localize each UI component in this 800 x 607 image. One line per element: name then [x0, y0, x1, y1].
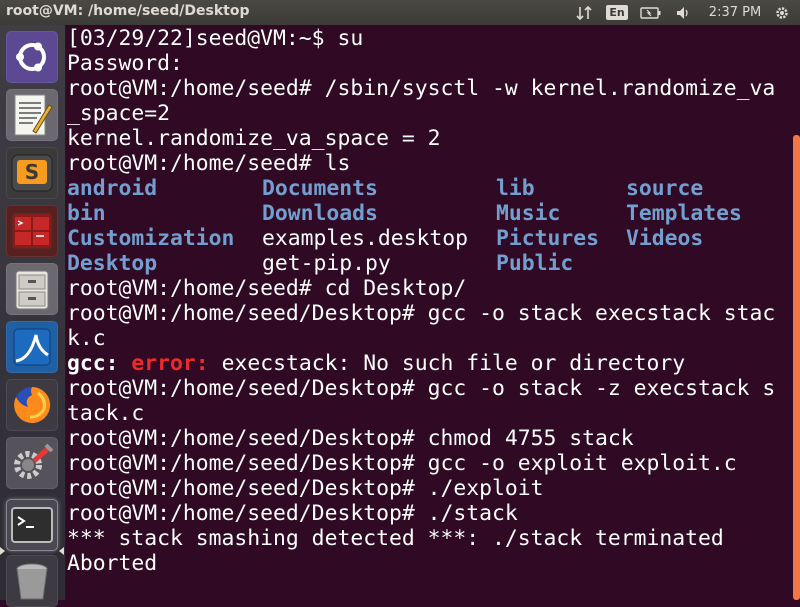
- battery-icon[interactable]: [638, 0, 664, 25]
- keyboard-layout-label: En: [606, 5, 628, 20]
- ls-entry: Documents: [262, 176, 378, 201]
- wireshark-icon[interactable]: [6, 321, 58, 373]
- ls-entry: examples.desktop: [262, 226, 469, 251]
- ls-entry: Downloads: [262, 201, 378, 226]
- system-menu-gear-icon[interactable]: [770, 0, 794, 25]
- ubuntu-dash-icon[interactable]: [6, 31, 58, 83]
- terminator-icon[interactable]: [6, 205, 58, 257]
- firefox-icon[interactable]: [6, 379, 58, 431]
- gcc-error-line: gcc: error: execstack: No such file or d…: [67, 351, 790, 376]
- terminal-line: *** stack smashing detected ***: ./stack…: [67, 526, 724, 551]
- terminal-line: root@VM:/home/seed/Desktop# chmod 4755 s…: [67, 426, 634, 451]
- system-settings-icon[interactable]: [6, 437, 58, 489]
- ls-entry: lib: [496, 176, 535, 201]
- ls-entry: Videos: [626, 226, 704, 251]
- gcc-error-message: execstack: No such file or directory: [208, 351, 686, 376]
- ls-output-row: android Documents lib source: [67, 176, 790, 201]
- launcher: S: [0, 25, 66, 607]
- terminal-line: [03/29/22]seed@VM:~$ su: [67, 26, 364, 51]
- ls-output-row: Desktop get-pip.py Public: [67, 251, 790, 276]
- terminal-line: root@VM:/home/seed# /sbin/sysctl -w kern…: [67, 76, 776, 101]
- ls-entry: Customization: [67, 226, 235, 251]
- ls-entry: source: [626, 176, 704, 201]
- scrollbar-thumb[interactable]: [793, 135, 800, 600]
- keyboard-layout-indicator[interactable]: En: [605, 0, 629, 25]
- ls-entry: Templates: [626, 201, 742, 226]
- window-title: root@VM: /home/seed/Desktop: [6, 3, 250, 19]
- ls-entry: android: [67, 176, 158, 201]
- terminal-line: root@VM:/home/seed/Desktop# ./stack: [67, 501, 518, 526]
- ls-output-row: Customization examples.desktop Pictures …: [67, 226, 790, 251]
- terminal-icon[interactable]: [6, 499, 58, 551]
- ls-entry: Pictures: [496, 226, 600, 251]
- ls-entry: get-pip.py: [262, 251, 391, 276]
- network-icon[interactable]: [572, 0, 596, 25]
- terminal-line: root@VM:/home/seed/Desktop# gcc -o stack…: [67, 376, 776, 401]
- sublime-text-icon[interactable]: S: [6, 147, 58, 199]
- ls-entry: Public: [496, 251, 574, 276]
- terminal-line: root@VM:/home/seed# cd Desktop/: [67, 276, 467, 301]
- terminal-line: root@VM:/home/seed/Desktop# ./exploit: [67, 476, 544, 501]
- text-editor-icon[interactable]: [6, 89, 58, 141]
- terminal-line: k.c: [67, 326, 106, 351]
- terminal-scrollbar[interactable]: [791, 25, 800, 600]
- svg-text:S: S: [25, 160, 39, 184]
- ls-output-row: bin Downloads Music Templates: [67, 201, 790, 226]
- top-panel: root@VM: /home/seed/Desktop En 2:37 PM: [0, 0, 800, 25]
- terminal-line: _space=2: [67, 101, 171, 126]
- terminal-line: Password:: [67, 51, 183, 76]
- terminal-output[interactable]: [03/29/22]seed@VM:~$ su Password: root@V…: [66, 25, 790, 600]
- ls-entry: [626, 251, 786, 276]
- ls-entry: Music: [496, 201, 561, 226]
- volume-icon[interactable]: [671, 0, 695, 25]
- clock[interactable]: 2:37 PM: [705, 0, 765, 25]
- file-manager-icon[interactable]: [6, 263, 58, 315]
- terminal-line: root@VM:/home/seed/Desktop# gcc -o explo…: [67, 451, 737, 476]
- terminal-line: kernel.randomize_va_space = 2: [67, 126, 441, 151]
- ls-entry: bin: [67, 201, 106, 226]
- ls-entry: Desktop: [67, 251, 158, 276]
- terminal-line: root@VM:/home/seed# ls: [67, 151, 351, 176]
- terminal-line: root@VM:/home/seed/Desktop# gcc -o stack…: [67, 301, 776, 326]
- terminal-line: Aborted: [67, 551, 158, 576]
- gcc-error-label: error:: [131, 351, 209, 376]
- terminal-line: tack.c: [67, 401, 145, 426]
- gcc-error-prog: gcc:: [67, 351, 119, 376]
- trash-icon[interactable]: [6, 555, 58, 607]
